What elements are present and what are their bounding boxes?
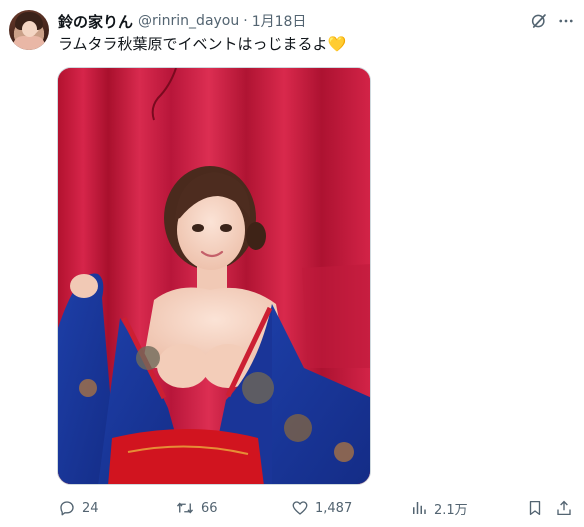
photo-illustration (58, 68, 370, 484)
heart-icon (292, 501, 308, 515)
tweet-header: 鈴の家りん @rinrin_dayou · 1月18日 (58, 11, 306, 31)
share-button[interactable] (555, 497, 573, 519)
avatar[interactable] (9, 10, 49, 50)
repost-button[interactable]: 66 (175, 497, 218, 519)
user-handle[interactable]: @rinrin_dayou (138, 13, 239, 29)
more-button[interactable] (555, 10, 577, 32)
tweet-actions: 24 66 1,487 2.1万 (58, 497, 578, 519)
like-count: 1,487 (315, 500, 353, 516)
views-button[interactable]: 2.1万 (410, 497, 468, 519)
repost-icon (176, 502, 194, 514)
separator-dot: · (243, 13, 248, 29)
bookmark-icon (529, 500, 541, 516)
share-icon (557, 500, 571, 516)
bookmark-button[interactable] (526, 497, 544, 519)
grok-icon (531, 14, 546, 28)
tweet-card[interactable]: 鈴の家りん @rinrin_dayou · 1月18日 ラムタラ秋葉原でイベント… (0, 0, 584, 527)
more-icon (559, 19, 573, 23)
tweet-photo[interactable] (57, 67, 371, 485)
views-chart-icon (413, 502, 426, 514)
like-button[interactable]: 1,487 (291, 497, 352, 519)
view-count: 2.1万 (434, 502, 468, 518)
repost-count: 66 (201, 500, 218, 516)
tweet-text: ラムタラ秋葉原でイベントはっじまるよ💛 (58, 35, 347, 53)
reply-icon (60, 501, 74, 516)
display-name[interactable]: 鈴の家りん (58, 11, 133, 32)
avatar-body (13, 36, 45, 50)
tweet-date[interactable]: 1月18日 (252, 11, 307, 31)
reply-button[interactable]: 24 (58, 497, 99, 519)
avatar-face (22, 21, 37, 37)
grok-button[interactable] (528, 10, 550, 32)
reply-count: 24 (82, 500, 99, 516)
